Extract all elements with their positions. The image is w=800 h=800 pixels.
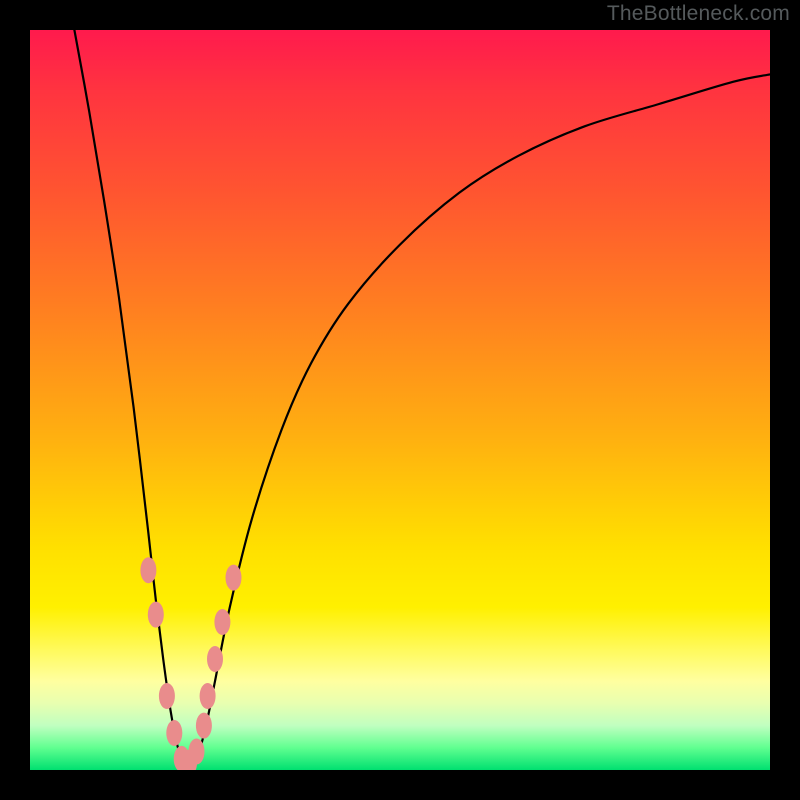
plot-area <box>30 30 770 770</box>
marker-point <box>196 713 212 739</box>
watermark-text: TheBottleneck.com <box>607 2 790 26</box>
marker-point <box>148 602 164 628</box>
marker-point <box>140 557 156 583</box>
marker-point <box>214 609 230 635</box>
chart-frame: TheBottleneck.com <box>0 0 800 800</box>
marker-point <box>207 646 223 672</box>
marker-point <box>159 683 175 709</box>
marker-point <box>226 565 242 591</box>
marker-point <box>189 739 205 765</box>
bottleneck-curve-line <box>74 30 770 764</box>
marker-point <box>166 720 182 746</box>
marker-point <box>200 683 216 709</box>
chart-svg <box>30 30 770 770</box>
